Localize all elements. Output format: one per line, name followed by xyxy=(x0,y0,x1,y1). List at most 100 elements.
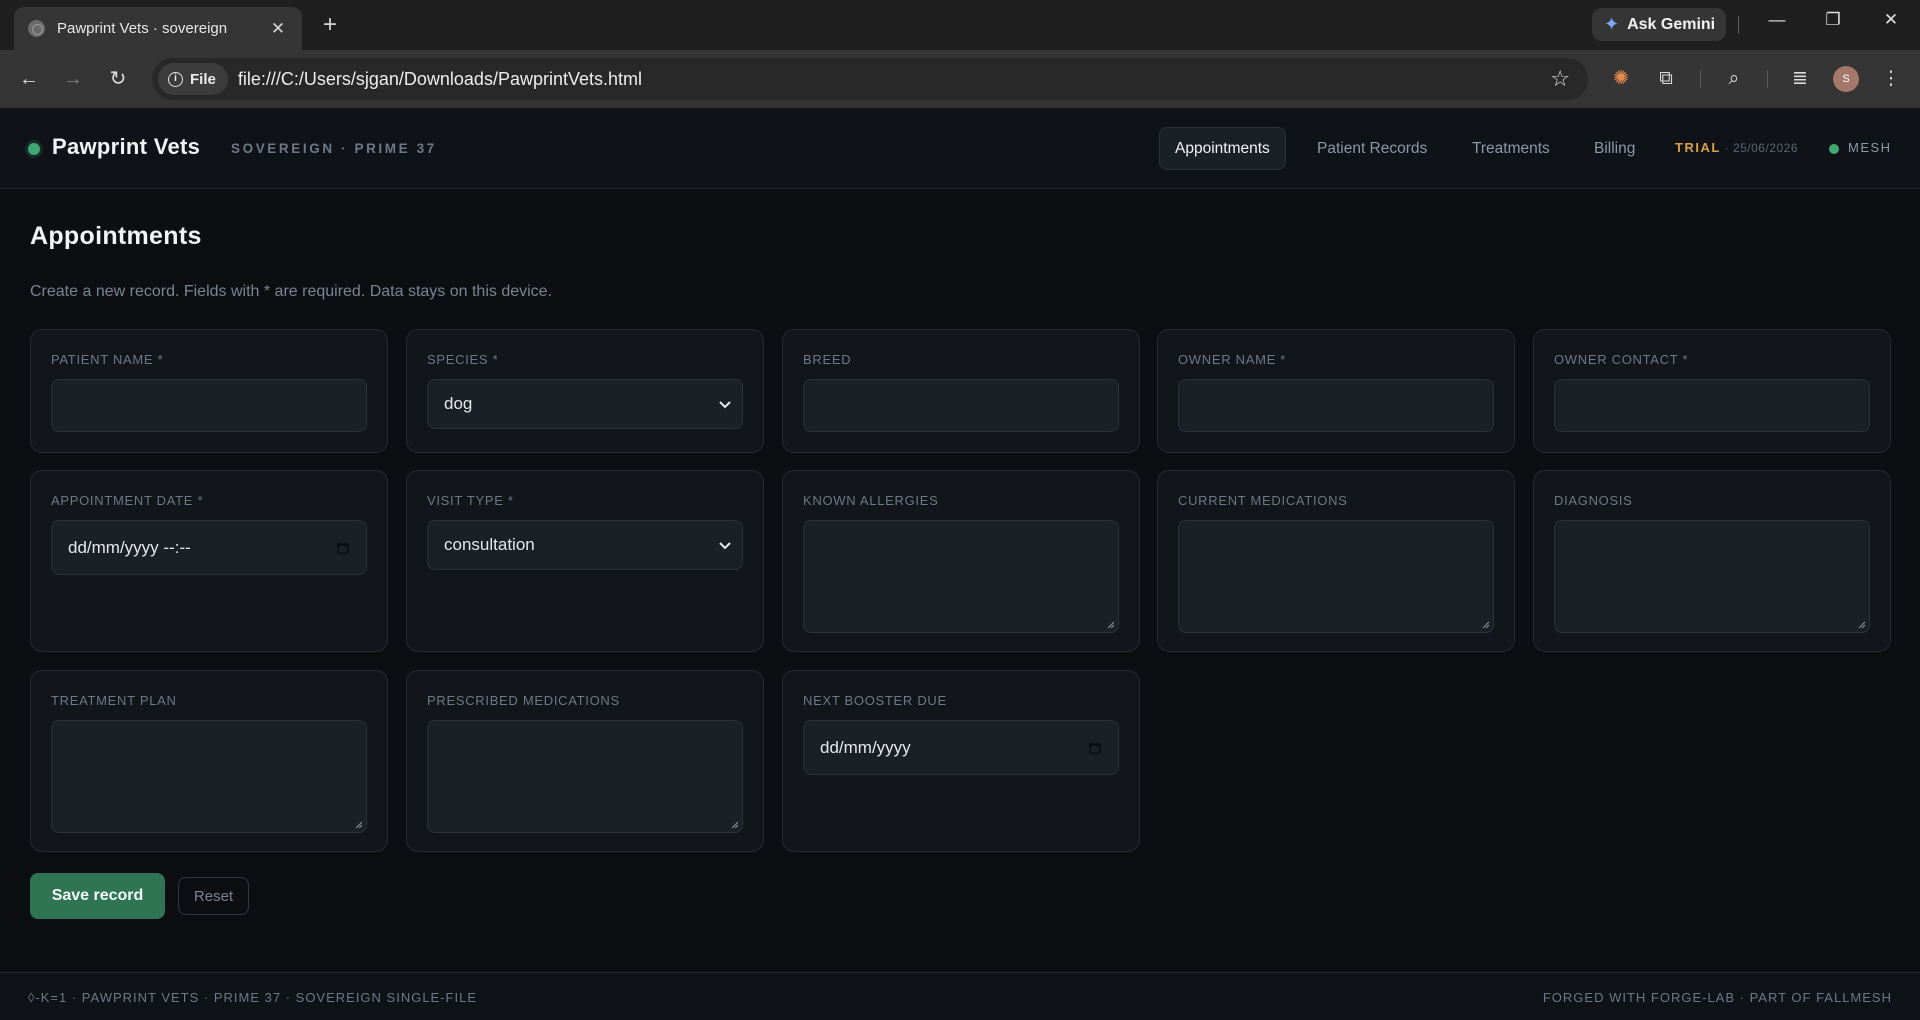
next-booster-date-input[interactable]: dd/mm/yyyy xyxy=(803,720,1119,775)
back-icon[interactable]: ← xyxy=(14,64,44,94)
breed-input[interactable] xyxy=(803,379,1119,432)
extension-burst-icon[interactable]: ✺ xyxy=(1606,64,1636,94)
bookmark-star-icon[interactable]: ☆ xyxy=(1550,66,1570,92)
chevron-down-icon xyxy=(719,542,731,550)
next-booster-placeholder: dd/mm/yyyy xyxy=(820,737,911,757)
visit-type-selected-value: consultation xyxy=(444,535,535,554)
resize-grip-icon[interactable] xyxy=(730,820,739,829)
field-label: OWNER CONTACT * xyxy=(1554,352,1689,367)
treatment-plan-textarea[interactable] xyxy=(51,720,367,833)
profile-avatar[interactable]: S xyxy=(1833,66,1859,92)
field-card-known-allergies: KNOWN ALLERGIES xyxy=(782,470,1140,652)
resize-grip-icon[interactable] xyxy=(354,820,363,829)
field-label: PATIENT NAME * xyxy=(51,352,164,367)
field-card-visit-type: VISIT TYPE * consultation xyxy=(406,470,764,652)
nav-tab-treatments[interactable]: Treatments xyxy=(1457,127,1565,170)
field-card-species: SPECIES * dog xyxy=(406,329,764,453)
address-bar[interactable]: i File file:///C:/Users/sjgan/Downloads/… xyxy=(152,58,1588,100)
nav-tab-patient-records[interactable]: Patient Records xyxy=(1302,127,1442,170)
mesh-status-dot xyxy=(1829,144,1839,154)
minimize-icon[interactable]: — xyxy=(1757,10,1797,30)
footer-right-text: FORGED WITH FORGE-LAB · PART OF FALLMESH xyxy=(1542,990,1892,1005)
nav-tab-appointments[interactable]: Appointments xyxy=(1159,127,1286,170)
field-label: TREATMENT PLAN xyxy=(51,693,177,708)
resize-grip-icon[interactable] xyxy=(1106,620,1115,629)
brand-subtitle: SOVEREIGN · PRIME 37 xyxy=(231,141,437,156)
info-icon: i xyxy=(168,71,183,87)
page-description: Create a new record. Fields with * are r… xyxy=(30,283,553,300)
calendar-icon[interactable] xyxy=(336,541,350,555)
field-card-treatment-plan: TREATMENT PLAN xyxy=(30,670,388,852)
field-label: VISIT TYPE * xyxy=(427,493,514,508)
new-tab-button[interactable]: + xyxy=(316,11,344,39)
ask-gemini-label: Ask Gemini xyxy=(1627,15,1716,33)
globe-icon xyxy=(28,20,45,37)
gemini-sparkle-icon: ✦ xyxy=(1604,14,1620,34)
field-card-next-booster-due: NEXT BOOSTER DUE dd/mm/yyyy xyxy=(782,670,1140,852)
brand-name: Pawprint Vets xyxy=(52,134,201,159)
divider xyxy=(1767,70,1768,88)
close-tab-icon[interactable]: ✕ xyxy=(268,19,288,39)
appointment-date-placeholder: dd/mm/yyyy --:-- xyxy=(68,537,191,557)
field-label: DIAGNOSIS xyxy=(1554,493,1633,508)
calendar-icon[interactable] xyxy=(1088,741,1102,755)
reset-button[interactable]: Reset xyxy=(178,877,249,915)
field-card-appointment-date: APPOINTMENT DATE * dd/mm/yyyy --:-- xyxy=(30,470,388,652)
appointment-date-input[interactable]: dd/mm/yyyy --:-- xyxy=(51,520,367,575)
menu-kebab-icon[interactable]: ⋮ xyxy=(1876,64,1906,94)
field-card-patient-name: PATIENT NAME * xyxy=(30,329,388,453)
forward-icon[interactable]: → xyxy=(58,64,88,94)
field-card-owner-contact: OWNER CONTACT * xyxy=(1533,329,1891,453)
owner-name-input[interactable] xyxy=(1178,379,1494,432)
brand-status-dot xyxy=(28,143,40,155)
field-label: SPECIES * xyxy=(427,352,499,367)
close-window-icon[interactable]: ✕ xyxy=(1871,10,1911,30)
browser-tab[interactable]: Pawprint Vets · sovereign ✕ xyxy=(14,7,302,50)
visit-type-select[interactable]: consultation xyxy=(427,520,743,570)
app-header: Pawprint Vets SOVEREIGN · PRIME 37 Appoi… xyxy=(0,108,1920,189)
field-label: APPOINTMENT DATE * xyxy=(51,493,204,508)
field-card-current-medications: CURRENT MEDICATIONS xyxy=(1157,470,1515,652)
media-queue-icon[interactable]: ≣ xyxy=(1785,64,1815,94)
browser-tabstrip: Pawprint Vets · sovereign ✕ + ✦ Ask Gemi… xyxy=(0,0,1920,50)
patient-name-input[interactable] xyxy=(51,379,367,432)
species-selected-value: dog xyxy=(444,394,473,413)
page-title: Appointments xyxy=(30,222,202,250)
field-card-prescribed-medications: PRESCRIBED MEDICATIONS xyxy=(406,670,764,852)
reload-icon[interactable]: ↻ xyxy=(103,64,133,94)
trial-badge: TRIAL · 25/06/2026 xyxy=(1675,140,1798,155)
owner-contact-input[interactable] xyxy=(1554,379,1870,432)
field-label: PRESCRIBED MEDICATIONS xyxy=(427,693,620,708)
trial-label: TRIAL xyxy=(1675,140,1721,155)
ask-gemini-button[interactable]: ✦ Ask Gemini xyxy=(1592,8,1726,41)
chevron-down-icon xyxy=(719,401,731,409)
tab-search-icon[interactable]: ⌕ xyxy=(1719,64,1749,94)
resize-grip-icon[interactable] xyxy=(1857,620,1866,629)
field-card-diagnosis: DIAGNOSIS xyxy=(1533,470,1891,652)
app-footer: ◊-K=1 · PAWPRINT VETS · PRIME 37 · SOVER… xyxy=(0,972,1920,1020)
restore-icon[interactable]: ❐ xyxy=(1813,10,1853,30)
field-label: NEXT BOOSTER DUE xyxy=(803,693,947,708)
url-text[interactable]: file:///C:/Users/sjgan/Downloads/Pawprin… xyxy=(238,69,1550,90)
nav-tab-billing[interactable]: Billing xyxy=(1579,127,1650,170)
field-card-breed: BREED xyxy=(782,329,1140,453)
browser-toolbar: ← → ↻ i File file:///C:/Users/sjgan/Down… xyxy=(0,50,1920,108)
prescribed-medications-textarea[interactable] xyxy=(427,720,743,833)
mesh-label: MESH xyxy=(1848,140,1892,155)
field-label: OWNER NAME * xyxy=(1178,352,1287,367)
trial-date: · 25/06/2026 xyxy=(1720,141,1799,155)
footer-left-text: ◊-K=1 · PAWPRINT VETS · PRIME 37 · SOVER… xyxy=(28,990,478,1005)
extensions-puzzle-icon[interactable]: ⧉ xyxy=(1651,64,1681,94)
species-select[interactable]: dog xyxy=(427,379,743,429)
site-info-chip[interactable]: i File xyxy=(158,63,228,95)
divider xyxy=(1738,16,1739,34)
field-label: CURRENT MEDICATIONS xyxy=(1178,493,1348,508)
current-medications-textarea[interactable] xyxy=(1178,520,1494,633)
site-info-label: File xyxy=(190,70,216,88)
divider xyxy=(1700,70,1701,88)
field-label: BREED xyxy=(803,352,852,367)
known-allergies-textarea[interactable] xyxy=(803,520,1119,633)
save-record-button[interactable]: Save record xyxy=(30,873,165,919)
diagnosis-textarea[interactable] xyxy=(1554,520,1870,633)
resize-grip-icon[interactable] xyxy=(1481,620,1490,629)
